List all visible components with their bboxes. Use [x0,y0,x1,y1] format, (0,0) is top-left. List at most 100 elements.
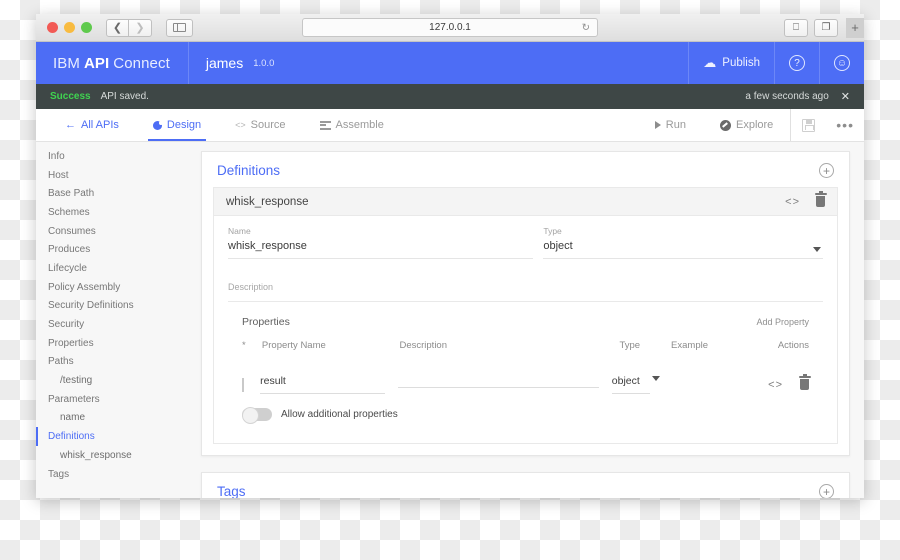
sidebar-item-security[interactable]: Security [36,315,194,334]
required-checkbox[interactable] [242,377,244,392]
definition-description-field[interactable]: Description [228,282,823,302]
definition-body: Name whisk_response Type object Descript… [214,216,837,443]
assemble-lines-icon [319,120,331,130]
sidebar-item-info[interactable]: Info [36,147,194,166]
sidebar-item-whisk-response[interactable]: whisk_response [36,446,194,465]
row-property-name[interactable]: result [260,375,386,394]
minimize-window-button[interactable] [64,22,75,33]
row-property-type[interactable]: object [611,375,650,394]
app-body: Info Host Base Path Schemes Consumes Pro… [36,142,864,498]
column-example: Example [671,340,708,351]
column-property-name: Property Name [261,340,326,351]
sidebar-item-policy-assembly[interactable]: Policy Assembly [36,278,194,297]
back-icon[interactable]: ❮ [106,18,129,37]
definition-type-field[interactable]: Type object [543,226,823,259]
code-brackets-icon[interactable]: < > [768,379,782,391]
explore-button[interactable]: Explore [703,109,790,141]
add-definition-icon[interactable]: + [819,163,834,178]
tags-card-header: Tags + [202,473,849,498]
help-button[interactable]: ? [774,42,819,84]
sidebar-item-label: Definitions [48,431,95,443]
close-window-button[interactable] [47,22,58,33]
reload-icon[interactable]: ↻ [582,22,590,33]
window-controls [44,22,92,33]
save-button[interactable] [790,109,826,141]
definitions-card: Definitions + whisk_response < > Name wh… [201,151,850,456]
definition-header-name: whisk_response [226,195,309,208]
brand-logo[interactable]: IBM API Connect [36,42,189,84]
sidebar-item-label: Consumes [48,225,96,237]
chevron-down-icon[interactable] [651,375,660,381]
sidebar-item-lifecycle[interactable]: Lifecycle [36,259,194,278]
allow-additional-properties-row: Allow additional properties [242,407,809,424]
more-options-button[interactable]: ••• [826,109,864,141]
new-tab-button[interactable]: + [846,17,864,38]
properties-title: Properties [242,316,290,328]
sidebar-item-base-path[interactable]: Base Path [36,184,194,203]
sidebar-toggle-icon[interactable] [166,18,193,37]
sidebar-item-definitions[interactable]: Definitions [36,427,194,446]
sidebar-item-label: Produces [48,244,91,256]
navigation-buttons: ❮ ❯ [106,18,152,37]
sidebar-item-host[interactable]: Host [36,166,194,185]
tab-design-label: Design [166,119,202,131]
maximize-window-button[interactable] [81,22,92,33]
add-property-button[interactable]: Add Property [756,317,809,327]
sidebar-item-parameters[interactable]: Parameters [36,390,194,409]
close-icon[interactable]: ✕ [841,90,850,103]
tab-design[interactable]: Design [136,109,218,141]
allow-additional-properties-label: Allow additional properties [281,409,398,420]
add-tag-icon[interactable]: + [819,484,834,498]
show-tabs-icon[interactable]: ❐ [814,18,838,37]
sidebar-item-produces[interactable]: Produces [36,240,194,259]
trash-icon[interactable] [798,374,811,390]
forward-icon[interactable]: ❯ [129,18,152,37]
sidebar-item-label: Paths [48,356,74,368]
row-property-description[interactable] [398,381,599,388]
explore-label: Explore [735,119,774,131]
tab-all-apis[interactable]: ← All APIs [48,109,136,141]
design-dot-icon [152,120,163,130]
definition-name-field[interactable]: Name whisk_response [228,226,543,259]
row-actions: < > [765,374,811,391]
sidebar-item-label: Parameters [48,393,100,405]
tab-strip-actions: Run Explore ••• [638,109,864,141]
sidebar-item-label: Properties [48,337,94,349]
tab-assemble-label: Assemble [335,119,384,131]
row-required-checkbox-cell [242,377,260,392]
sidebar-item-properties[interactable]: Properties [36,334,194,353]
chevron-down-icon[interactable] [813,247,821,252]
sidebar-item-label: whisk_response [60,449,132,461]
sidebar-item-label: Security Definitions [48,300,134,312]
address-bar[interactable]: 127.0.0.1 ↻ [302,18,598,37]
sidebar-item-tags[interactable]: Tags [36,465,194,484]
run-button[interactable]: Run [638,109,703,141]
trash-icon[interactable] [814,191,827,207]
sidebar-item-testing[interactable]: /testing [36,371,194,390]
tab-assemble[interactable]: Assemble [303,109,401,141]
sidebar-item-schemes[interactable]: Schemes [36,203,194,222]
allow-additional-properties-toggle[interactable] [242,407,272,424]
sidebar-item-consumes[interactable]: Consumes [36,222,194,241]
table-row: result object < > [242,374,811,394]
explore-icon [719,119,731,131]
sidebar-item-label: Tags [48,468,70,480]
arrow-left-icon: ← [65,119,76,131]
publish-button[interactable]: ☁ Publish [688,42,774,84]
sidebar-item-label: /testing [60,375,93,387]
user-avatar-button[interactable]: ☺ [819,42,864,84]
code-brackets-icon[interactable]: < > [785,196,799,208]
column-type: Type [619,340,641,351]
definition-type-label: Type [543,226,562,236]
properties-section: Properties Add Property * Property Name … [228,302,823,424]
cloud-upload-icon: ☁ [703,55,717,70]
sidebar-item-security-definitions[interactable]: Security Definitions [36,297,194,316]
share-icon[interactable]: ⎕ [784,18,808,37]
ellipsis-icon: ••• [836,117,854,133]
sidebar-item-name[interactable]: name [36,409,194,428]
definition-type-value: object [543,240,823,259]
properties-table-header: * Property Name Description Type Example… [242,340,809,351]
definition-name-value: whisk_response [228,240,534,259]
tab-source[interactable]: <> Source [218,109,302,141]
sidebar-item-paths[interactable]: Paths [36,353,194,372]
